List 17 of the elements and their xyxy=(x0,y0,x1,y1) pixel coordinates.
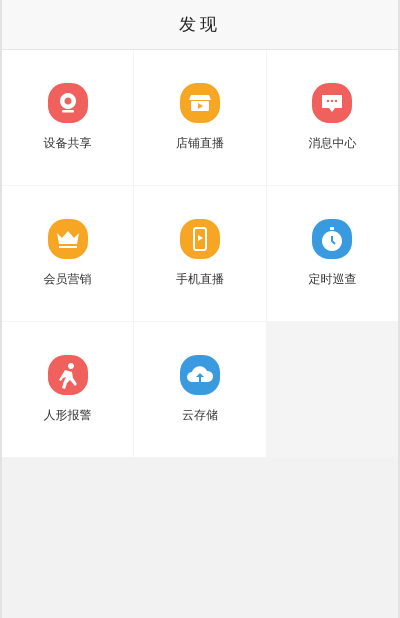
feature-label: 消息中心 xyxy=(308,135,356,152)
feature-tile[interactable]: 人形报警 xyxy=(2,322,134,457)
feature-label: 定时巡查 xyxy=(308,271,356,288)
feature-label: 会员营销 xyxy=(44,271,92,288)
feature-tile[interactable]: 会员营销 xyxy=(2,186,134,321)
feature-tile[interactable]: 云存储 xyxy=(134,322,266,457)
feature-tile[interactable]: 手机直播 xyxy=(134,186,266,321)
feature-tile[interactable]: 设备共享 xyxy=(2,50,134,185)
feature-tile[interactable]: 店铺直播 xyxy=(134,50,266,185)
feature-label: 设备共享 xyxy=(44,135,92,152)
feature-label: 云存储 xyxy=(182,407,218,424)
feature-tile[interactable]: 定时巡查 xyxy=(266,186,398,321)
page-title: 发现 xyxy=(179,14,221,36)
feature-label: 人形报警 xyxy=(44,407,92,424)
feature-label: 店铺直播 xyxy=(176,135,224,152)
feature-label: 手机直播 xyxy=(176,271,224,288)
feature-tile[interactable]: 消息中心 xyxy=(266,50,398,185)
